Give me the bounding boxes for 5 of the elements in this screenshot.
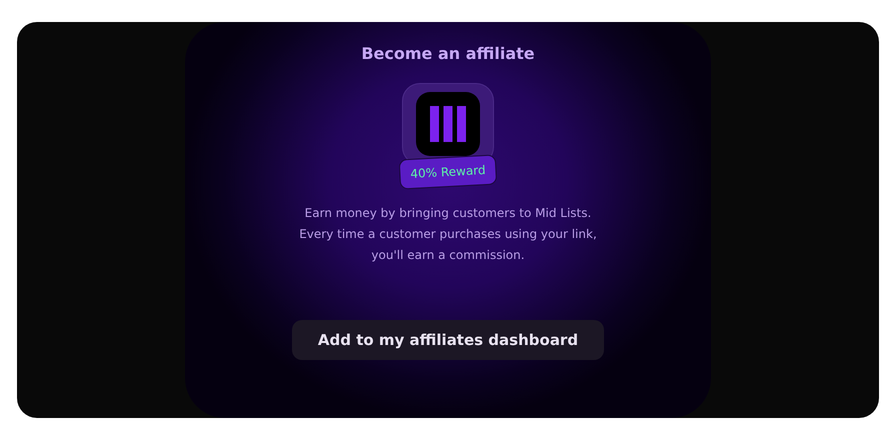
reward-badge: 40% Reward	[398, 154, 498, 190]
description-text: Earn money by bringing customers to Mid Lists. Every time a customer purchases using your link, you'll earn a commission.	[299, 205, 597, 264]
add-to-dashboard-button[interactable]: Add to my affiliates dashboard	[292, 320, 604, 360]
card-title: Become an affiliate	[361, 44, 535, 63]
bars-logo-icon	[416, 92, 480, 156]
